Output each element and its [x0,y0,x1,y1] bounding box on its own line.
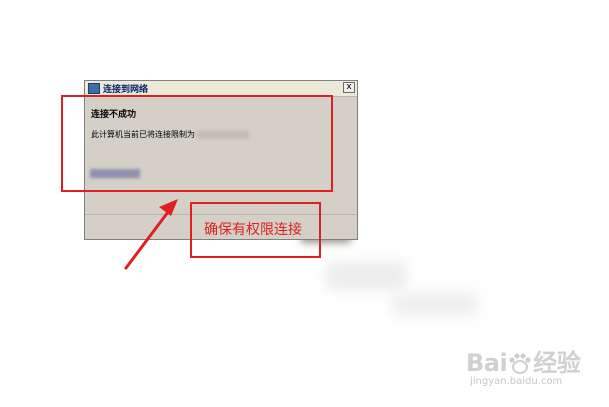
watermark-brand-text: Bai [466,349,508,377]
watermark-brand-suffix: 经验 [533,349,581,377]
watermark-url: jingyan.baidu.com [470,376,563,387]
paw-icon [509,353,531,374]
watermark-brand: Bai 经验 [466,343,581,378]
baidu-watermark: Bai 经验 jingyan.baidu.com [466,343,606,403]
